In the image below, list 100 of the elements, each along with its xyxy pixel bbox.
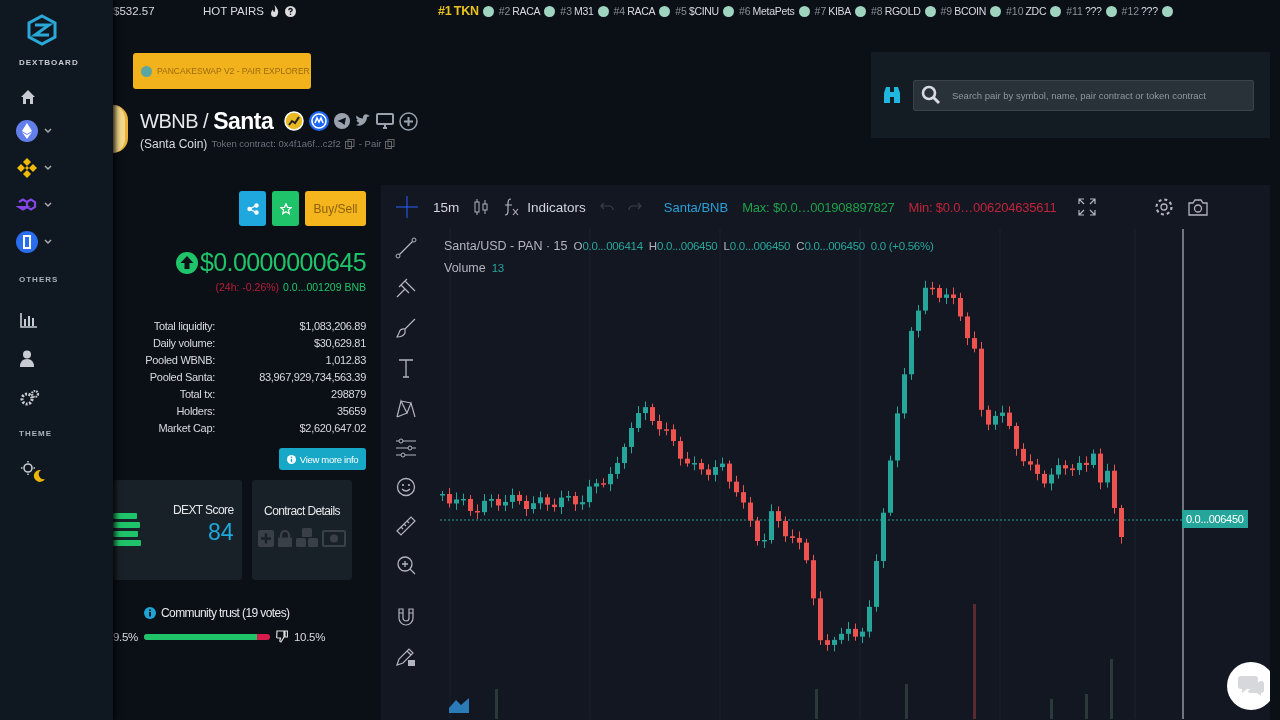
share-button[interactable] xyxy=(239,191,266,226)
coin-icon xyxy=(597,5,609,17)
volume-bar xyxy=(1110,659,1113,719)
bnb-icon[interactable] xyxy=(16,157,38,179)
copy-icon[interactable] xyxy=(344,138,355,149)
coin-icon xyxy=(989,5,1001,17)
candle xyxy=(972,331,977,353)
brush-icon[interactable] xyxy=(394,317,417,339)
chain-icon[interactable] xyxy=(16,231,38,253)
help-icon[interactable] xyxy=(284,5,296,17)
ethereum-icon[interactable] xyxy=(16,120,38,142)
candle xyxy=(629,421,634,454)
coin-icon xyxy=(1105,5,1117,17)
token-name: (Santa Coin) xyxy=(140,136,208,151)
candles-icon[interactable] xyxy=(473,198,490,216)
candle xyxy=(1077,455,1082,476)
candle xyxy=(1112,464,1117,515)
candle xyxy=(958,292,963,322)
candle xyxy=(762,533,767,549)
candle xyxy=(454,492,459,511)
coin-icon xyxy=(482,5,494,17)
pattern-icon[interactable] xyxy=(394,397,417,419)
candle xyxy=(615,456,620,480)
dext-score-card[interactable]: DEXT Score 84 xyxy=(113,480,242,580)
caret-icon[interactable] xyxy=(44,202,52,208)
telegram-icon[interactable] xyxy=(334,113,351,129)
hot-pair-link[interactable]: #6 MetaPets xyxy=(738,4,810,18)
interval-button[interactable]: 15m xyxy=(433,199,460,215)
info-icon xyxy=(144,607,156,619)
candle xyxy=(965,311,970,346)
candle xyxy=(1028,453,1033,471)
smiley-icon[interactable] xyxy=(395,477,416,497)
hot-pair-link[interactable]: #4 RACA xyxy=(613,4,671,18)
price-change: (24h: -0.26%) xyxy=(215,281,280,293)
binoculars-icon[interactable] xyxy=(883,85,901,105)
candle xyxy=(622,443,627,470)
coin-icon xyxy=(722,5,734,17)
caret-icon[interactable] xyxy=(44,128,52,134)
volume-bar xyxy=(815,689,818,719)
hot-pair-link[interactable]: #12 ??? xyxy=(1121,4,1173,18)
volume-bar xyxy=(905,684,908,719)
hot-pair-link[interactable]: #2 RACA xyxy=(498,4,556,18)
candle xyxy=(790,528,795,544)
candle xyxy=(860,627,865,644)
caret-icon[interactable] xyxy=(44,165,52,171)
coin-logo-icon[interactable] xyxy=(309,111,330,131)
magnet-icon[interactable] xyxy=(396,607,415,627)
chat-button[interactable] xyxy=(1227,662,1270,710)
chart-logo-icon[interactable] xyxy=(284,111,305,131)
hot-pair-link[interactable]: #11 ??? xyxy=(1066,4,1117,18)
fire-icon xyxy=(269,5,279,17)
theme-toggle-icon[interactable] xyxy=(20,460,46,482)
fib-lines-icon[interactable] xyxy=(394,437,417,459)
camera-icon[interactable] xyxy=(1188,198,1209,216)
contract-details-card[interactable]: Contract Details xyxy=(252,480,352,580)
candle xyxy=(699,458,704,476)
pitchfork-icon[interactable] xyxy=(394,277,417,299)
ruler-icon[interactable] xyxy=(394,515,417,537)
stat-label: Pooled WBNB: xyxy=(144,354,215,366)
caret-icon[interactable] xyxy=(44,239,52,245)
user-icon[interactable] xyxy=(20,350,34,367)
candle xyxy=(853,623,858,642)
settings-icon[interactable] xyxy=(1154,197,1175,217)
candle xyxy=(601,477,606,488)
volume-value: 13 xyxy=(491,262,504,274)
coin-icon xyxy=(854,5,866,17)
hot-pair-link[interactable]: #5 $CINU xyxy=(675,4,734,18)
coin-icon xyxy=(659,5,671,17)
bar-chart-icon[interactable] xyxy=(20,312,38,328)
stat-label: Total liquidity: xyxy=(152,320,215,332)
candle xyxy=(1063,459,1068,476)
candle xyxy=(734,475,739,498)
thumbs-down-icon[interactable] xyxy=(276,630,288,643)
gears-icon[interactable] xyxy=(20,389,40,407)
indicators-button[interactable]: Indicators xyxy=(503,197,586,217)
hot-pair-link[interactable]: #9 BCOIN xyxy=(940,4,1001,18)
home-icon[interactable] xyxy=(20,89,36,105)
zoom-in-icon[interactable] xyxy=(395,555,416,575)
score-bars-icon xyxy=(113,513,141,547)
community-trust-title: Community trust (19 votes) xyxy=(161,606,290,620)
hot-pair-link[interactable]: #10 ZDC xyxy=(1005,4,1062,18)
candle xyxy=(510,488,515,509)
hot-pair-link[interactable]: #7 KIBA xyxy=(814,4,866,18)
ohlc-value: H0.0...006450 xyxy=(648,240,718,252)
hot-pair-link[interactable]: #3 M31 xyxy=(560,4,609,18)
search-field[interactable]: Search pair by symbol, name, pair contract or token contract xyxy=(913,79,1254,111)
candle xyxy=(608,466,613,492)
hot-pair-link[interactable]: #8 RGOLD xyxy=(870,4,936,18)
candle xyxy=(650,403,655,426)
candle xyxy=(580,495,585,511)
twitter-icon[interactable] xyxy=(355,114,372,128)
website-icon[interactable] xyxy=(376,113,395,129)
fullscreen-icon[interactable] xyxy=(1078,198,1097,216)
chart-pair-label[interactable]: Santa/BNB xyxy=(663,199,729,215)
candle xyxy=(531,495,536,514)
hot-pair-link[interactable]: #1 TKN xyxy=(437,4,494,18)
add-icon[interactable] xyxy=(399,111,419,131)
trend-line-icon[interactable] xyxy=(394,237,417,259)
candle xyxy=(552,498,557,513)
copy-icon[interactable] xyxy=(385,138,396,149)
